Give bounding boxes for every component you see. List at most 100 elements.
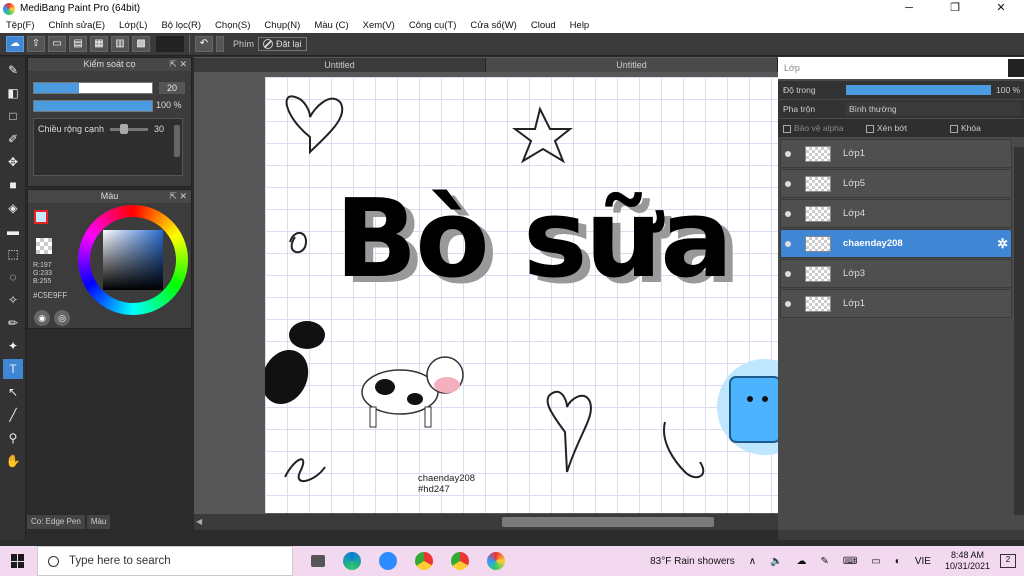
- tab-brush-name[interactable]: Co: Edge Pen: [27, 515, 85, 529]
- reset-button[interactable]: Đặt lại: [258, 37, 307, 51]
- notification-icon[interactable]: 2: [1000, 554, 1016, 568]
- task-view-icon[interactable]: [311, 555, 325, 567]
- document-icon[interactable]: ▦: [90, 36, 108, 52]
- volume-icon[interactable]: 🔈: [770, 556, 782, 567]
- display-icon[interactable]: ▭: [871, 556, 880, 567]
- layer-item[interactable]: Lớp1: [780, 289, 1012, 318]
- magic-wand-icon[interactable]: ✧: [3, 290, 23, 310]
- layer-item[interactable]: Lớp4: [780, 199, 1012, 228]
- tray-chevron-icon[interactable]: ∧: [749, 556, 756, 567]
- layer-list-scrollbar[interactable]: [1014, 147, 1024, 515]
- grid-icon[interactable]: ▥: [111, 36, 129, 52]
- gradient-tool-icon[interactable]: ▬: [3, 221, 23, 241]
- divide-tool-icon[interactable]: ╱: [3, 405, 23, 425]
- language-indicator[interactable]: VIE: [915, 556, 931, 567]
- visibility-icon[interactable]: [785, 300, 791, 307]
- visibility-icon[interactable]: [785, 270, 791, 277]
- upload-icon[interactable]: ⇧: [27, 36, 45, 52]
- layout-icon[interactable]: ▩: [132, 36, 150, 52]
- protect-alpha-option[interactable]: Bảo vệ alpha: [783, 123, 844, 133]
- clip-option[interactable]: Xén bớt: [866, 123, 907, 133]
- layer-item[interactable]: Lớp3: [780, 259, 1012, 288]
- weather-widget[interactable]: 83°F Rain showers: [650, 556, 735, 567]
- select-eraser-icon[interactable]: ✦: [3, 336, 23, 356]
- menu-help[interactable]: Help: [570, 20, 590, 31]
- keyboard-icon[interactable]: ⌨: [843, 556, 857, 567]
- tab-document-1[interactable]: Untitled: [194, 58, 486, 72]
- brush-size-value[interactable]: 20: [159, 82, 185, 94]
- menu-select[interactable]: Chọn(S): [215, 20, 250, 31]
- fill-rect-tool-icon[interactable]: ■: [3, 175, 23, 195]
- canvas-horizontal-scrollbar[interactable]: ◀: [194, 514, 778, 530]
- foreground-color-swatch[interactable]: [34, 210, 48, 224]
- blend-mode-select[interactable]: Bình thường: [846, 102, 1021, 116]
- transparent-color-swatch[interactable]: [36, 238, 52, 254]
- menu-view[interactable]: Xem(V): [363, 20, 395, 31]
- layer-panel-close-icon[interactable]: [1008, 59, 1024, 77]
- color-popout-close-icon[interactable]: ⇱ ✕: [169, 190, 187, 203]
- visibility-icon[interactable]: [785, 180, 791, 187]
- color-settings-icon[interactable]: ◎: [54, 310, 70, 326]
- select-pen-icon[interactable]: ✏: [3, 313, 23, 333]
- protect-alpha-checkbox[interactable]: [783, 124, 791, 133]
- layer-item[interactable]: Lớp1: [780, 139, 1012, 168]
- panel-popout-close-icon[interactable]: ⇱ ✕: [169, 58, 187, 71]
- eyedropper-icon[interactable]: ⚲: [3, 428, 23, 448]
- visibility-icon[interactable]: [785, 240, 791, 247]
- layer-item-selected[interactable]: chaenday208 ✲: [780, 229, 1012, 258]
- pen-icon[interactable]: ✎: [821, 556, 829, 567]
- menu-filter[interactable]: Bộ lọc(R): [161, 20, 201, 31]
- scrollbar-thumb[interactable]: [502, 517, 714, 527]
- clock[interactable]: 8:48 AM 10/31/2021: [945, 550, 990, 572]
- scroll-left-icon[interactable]: ◀: [196, 517, 202, 526]
- lock-option[interactable]: Khóa: [950, 123, 981, 133]
- lasso-tool-icon[interactable]: ◌: [3, 267, 23, 287]
- drawing-canvas[interactable]: Bò sữa chaenday208 #hd247: [265, 77, 778, 513]
- brush-size-slider[interactable]: [33, 82, 153, 94]
- menu-window[interactable]: Cửa sổ(W): [470, 20, 516, 31]
- saturation-value-square[interactable]: [103, 230, 163, 290]
- visibility-icon[interactable]: [785, 210, 791, 217]
- brush-options-scrollbar[interactable]: [174, 125, 180, 157]
- text-tool-icon[interactable]: T: [3, 359, 23, 379]
- operation-tool-icon[interactable]: ↖: [3, 382, 23, 402]
- edge-browser-icon[interactable]: [343, 552, 361, 570]
- chrome-icon[interactable]: [415, 552, 433, 570]
- cloud-icon[interactable]: ☁: [6, 36, 24, 52]
- pen-tool-icon[interactable]: ✐: [3, 129, 23, 149]
- move-tool-icon[interactable]: ✥: [3, 152, 23, 172]
- bucket-tool-icon[interactable]: ◈: [3, 198, 23, 218]
- menu-tools[interactable]: Công cụ(T): [409, 20, 457, 31]
- edge-width-handle[interactable]: [120, 124, 128, 134]
- maximize-button[interactable]: ❐: [932, 0, 978, 17]
- brush-tool-icon[interactable]: ✎: [3, 60, 23, 80]
- layer-item[interactable]: Lớp5: [780, 169, 1012, 198]
- rectangle-tool-icon[interactable]: □: [3, 106, 23, 126]
- chat-icon[interactable]: ▤: [69, 36, 87, 52]
- taskbar-search[interactable]: Type here to search: [37, 546, 293, 576]
- menu-cloud[interactable]: Cloud: [531, 20, 556, 31]
- gear-icon[interactable]: ✲: [997, 236, 1008, 252]
- eraser-tool-icon[interactable]: ◧: [3, 83, 23, 103]
- menu-color[interactable]: Màu (C): [314, 20, 348, 31]
- close-button[interactable]: ✕: [978, 0, 1024, 17]
- visibility-icon[interactable]: [785, 150, 791, 157]
- menu-file[interactable]: Tệp(F): [6, 20, 35, 31]
- select-rect-tool-icon[interactable]: ⬚: [3, 244, 23, 264]
- color-wheel[interactable]: [78, 205, 188, 315]
- menu-snap[interactable]: Chụp(N): [264, 20, 300, 31]
- menu-layer[interactable]: Lớp(L): [119, 20, 147, 31]
- network-icon[interactable]: ◐: [895, 556, 901, 567]
- lock-checkbox[interactable]: [950, 124, 958, 133]
- tab-color[interactable]: Màu: [86, 515, 111, 529]
- windows-start-icon[interactable]: [11, 554, 25, 568]
- clip-checkbox[interactable]: [866, 124, 874, 133]
- toolbar-handle-icon[interactable]: [216, 36, 224, 52]
- edge-width-slider[interactable]: [110, 128, 148, 131]
- comment-icon[interactable]: ▭: [48, 36, 66, 52]
- hand-tool-icon[interactable]: ✋: [3, 451, 23, 471]
- zoom-app-icon[interactable]: [379, 552, 397, 570]
- palette-icon[interactable]: ◉: [34, 310, 50, 326]
- undo-icon[interactable]: ↶: [195, 36, 213, 52]
- menu-edit[interactable]: Chỉnh sửa(E): [49, 20, 106, 31]
